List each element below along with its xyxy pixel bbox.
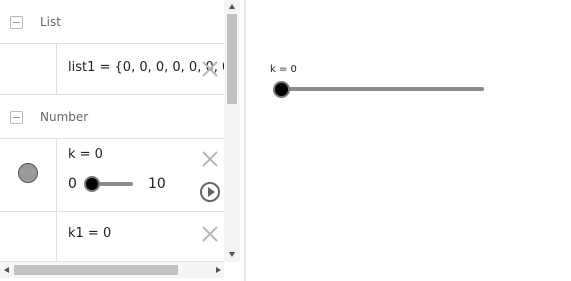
graphics-view[interactable]: k = 0 — [246, 0, 571, 281]
list1-definition[interactable]: list1 = {0, 0, 0, 0, 0, 0, 0 — [68, 60, 224, 75]
horizontal-scrollbar[interactable] — [0, 262, 224, 278]
algebra-row-k[interactable]: k = 0 0 10 — [0, 139, 224, 212]
scroll-right-icon[interactable] — [216, 267, 221, 273]
k1-definition[interactable]: k1 = 0 — [68, 226, 111, 241]
collapse-list-icon[interactable] — [10, 16, 23, 29]
algebra-row-list1[interactable]: list1 = {0, 0, 0, 0, 0, 0, 0 — [0, 44, 224, 95]
graphics-slider-track[interactable] — [280, 87, 484, 91]
scroll-down-icon[interactable] — [229, 252, 235, 257]
scroll-left-icon[interactable] — [4, 267, 9, 273]
delete-k1-close-icon[interactable] — [202, 226, 218, 242]
group-label-list: List — [40, 15, 61, 29]
group-label-number: Number — [40, 110, 89, 124]
horizontal-scroll-thumb[interactable] — [14, 265, 178, 275]
marble-column — [0, 44, 57, 94]
algebra-row-k1[interactable]: k1 = 0 — [0, 212, 224, 262]
marble-column — [0, 139, 57, 211]
scroll-up-icon[interactable] — [229, 4, 235, 9]
k-definition[interactable]: k = 0 — [68, 147, 103, 162]
graphics-slider-label[interactable]: k = 0 — [270, 64, 297, 75]
algebra-view: List list1 = {0, 0, 0, 0, 0, 0, 0 Number… — [0, 0, 240, 281]
algebra-list: List list1 = {0, 0, 0, 0, 0, 0, 0 Number… — [0, 0, 224, 262]
group-header-number[interactable]: Number — [0, 95, 224, 139]
group-header-list[interactable]: List — [0, 0, 224, 44]
play-icon[interactable] — [200, 182, 220, 202]
slider-min-label: 0 — [68, 176, 77, 192]
visibility-marble-icon[interactable] — [18, 163, 38, 183]
slider-max-label: 10 — [148, 176, 166, 192]
collapse-number-icon[interactable] — [10, 111, 23, 124]
delete-list1-close-icon[interactable] — [202, 61, 218, 77]
vertical-scrollbar[interactable] — [224, 0, 240, 262]
k-slider-thumb[interactable] — [84, 176, 100, 192]
marble-column — [0, 212, 57, 261]
vertical-scroll-thumb[interactable] — [227, 14, 237, 104]
graphics-slider-thumb[interactable] — [273, 81, 290, 98]
delete-k-close-icon[interactable] — [202, 151, 218, 167]
